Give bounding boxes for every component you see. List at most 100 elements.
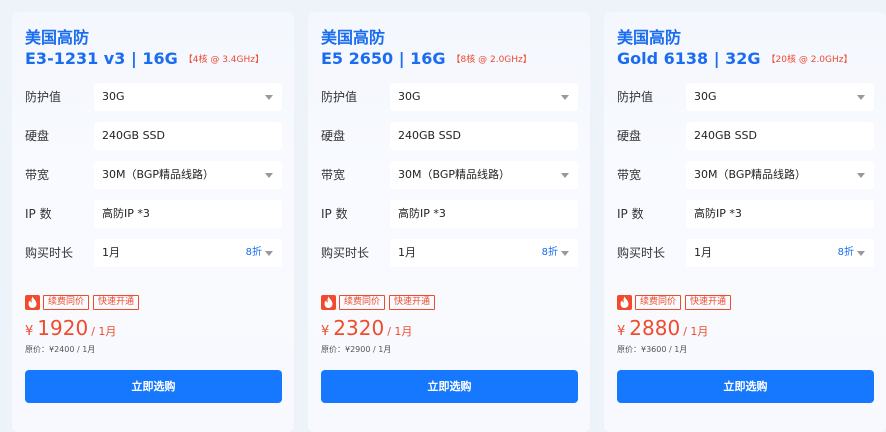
defense-row: 防护值 30G xyxy=(617,83,874,111)
chevron-down-icon xyxy=(857,95,865,100)
duration-value: 1月 xyxy=(398,246,416,259)
defense-select[interactable]: 30G xyxy=(686,83,874,111)
buy-button[interactable]: 立即选购 xyxy=(321,370,578,403)
cpu-spec-tag: 【20核 @ 2.0GHz】 xyxy=(766,55,853,65)
bandwidth-value: 30M（BGP精品线路） xyxy=(398,168,510,181)
disk-row: 硬盘 240GB SSD xyxy=(617,122,874,150)
price-period: / 1月 xyxy=(387,325,413,338)
price-value: 2320 xyxy=(333,316,385,340)
ip-row: IP 数 高防IP *3 xyxy=(321,200,578,228)
renew-badge: 续费同价 xyxy=(43,295,90,310)
cpu-model: Gold 6138 | 32G xyxy=(617,49,761,68)
price-value: 1920 xyxy=(37,316,89,340)
duration-label: 购买时长 xyxy=(617,246,666,260)
fire-icon xyxy=(25,295,40,310)
card-subtitle: E3-1231 v3 | 16G 【4核 @ 3.4GHz】 xyxy=(25,49,264,70)
buy-button[interactable]: 立即选购 xyxy=(617,370,874,403)
ip-value: 高防IP *3 xyxy=(398,207,446,220)
bandwidth-value: 30M（BGP精品线路） xyxy=(694,168,806,181)
renew-badge: 续费同价 xyxy=(635,295,682,310)
chevron-down-icon xyxy=(857,173,865,178)
buy-button[interactable]: 立即选购 xyxy=(25,370,282,403)
bandwidth-select[interactable]: 30M（BGP精品线路） xyxy=(390,161,578,189)
cpu-model: E5 2650 | 16G xyxy=(321,49,446,68)
disk-label: 硬盘 xyxy=(321,129,346,143)
ip-row: IP 数 高防IP *3 xyxy=(617,200,874,228)
chevron-down-icon xyxy=(857,251,865,256)
card-subtitle: E5 2650 | 16G 【8核 @ 2.0GHz】 xyxy=(321,49,532,70)
chevron-down-icon xyxy=(561,251,569,256)
disk-value: 240GB SSD xyxy=(102,129,165,142)
currency-symbol: ¥ xyxy=(617,324,626,339)
disk-field: 240GB SSD xyxy=(94,122,282,150)
price: ¥2320/ 1月 xyxy=(321,316,412,340)
renew-badge: 续费同价 xyxy=(339,295,386,310)
duration-select[interactable]: 1月 8折 xyxy=(686,239,874,267)
bandwidth-row: 带宽 30M（BGP精品线路） xyxy=(25,161,282,189)
disk-row: 硬盘 240GB SSD xyxy=(321,122,578,150)
duration-select[interactable]: 1月 8折 xyxy=(94,239,282,267)
defense-label: 防护值 xyxy=(617,90,654,104)
badge-group: 续费同价 快速开通 xyxy=(321,295,439,312)
original-price: 原价：¥2900 / 1月 xyxy=(321,345,392,354)
defense-label: 防护值 xyxy=(321,90,358,104)
currency-symbol: ¥ xyxy=(321,324,330,339)
bandwidth-select[interactable]: 30M（BGP精品线路） xyxy=(94,161,282,189)
original-price: 原价：¥3600 / 1月 xyxy=(617,345,688,354)
price: ¥2880/ 1月 xyxy=(617,316,708,340)
duration-row: 购买时长 1月 8折 xyxy=(321,239,578,267)
card-title: 美国高防 xyxy=(25,28,90,47)
badge-group: 续费同价 快速开通 xyxy=(617,295,735,312)
chevron-down-icon xyxy=(265,95,273,100)
duration-select[interactable]: 1月 8折 xyxy=(390,239,578,267)
defense-value: 30G xyxy=(694,90,717,103)
disk-label: 硬盘 xyxy=(25,129,50,143)
chevron-down-icon xyxy=(561,173,569,178)
disk-row: 硬盘 240GB SSD xyxy=(25,122,282,150)
duration-label: 购买时长 xyxy=(321,246,370,260)
price-period: / 1月 xyxy=(683,325,709,338)
defense-value: 30G xyxy=(398,90,421,103)
original-price: 原价：¥2400 / 1月 xyxy=(25,345,96,354)
bandwidth-row: 带宽 30M（BGP精品线路） xyxy=(617,161,874,189)
fast-open-badge: 快速开通 xyxy=(93,295,140,310)
defense-value: 30G xyxy=(102,90,125,103)
cpu-model: E3-1231 v3 | 16G xyxy=(25,49,178,68)
bandwidth-select[interactable]: 30M（BGP精品线路） xyxy=(686,161,874,189)
cpu-spec-tag: 【8核 @ 2.0GHz】 xyxy=(451,55,532,65)
product-card: 美国高防 Gold 6138 | 32G 【20核 @ 2.0GHz】 防护值 3… xyxy=(604,12,886,432)
ip-row: IP 数 高防IP *3 xyxy=(25,200,282,228)
defense-label: 防护值 xyxy=(25,90,62,104)
defense-row: 防护值 30G xyxy=(321,83,578,111)
duration-label: 购买时长 xyxy=(25,246,74,260)
card-title: 美国高防 xyxy=(617,28,682,47)
card-title: 美国高防 xyxy=(321,28,386,47)
currency-symbol: ¥ xyxy=(25,324,34,339)
fire-icon xyxy=(617,295,632,310)
badge-group: 续费同价 快速开通 xyxy=(25,295,143,312)
chevron-down-icon xyxy=(265,251,273,256)
chevron-down-icon xyxy=(561,95,569,100)
discount-label: 8折 xyxy=(837,247,854,258)
fire-icon xyxy=(321,295,336,310)
bandwidth-row: 带宽 30M（BGP精品线路） xyxy=(321,161,578,189)
defense-select[interactable]: 30G xyxy=(390,83,578,111)
ip-value: 高防IP *3 xyxy=(694,207,742,220)
duration-row: 购买时长 1月 8折 xyxy=(617,239,874,267)
chevron-down-icon xyxy=(265,173,273,178)
ip-label: IP 数 xyxy=(321,207,348,221)
ip-label: IP 数 xyxy=(617,207,644,221)
price-period: / 1月 xyxy=(91,325,117,338)
product-card: 美国高防 E3-1231 v3 | 16G 【4核 @ 3.4GHz】 防护值 3… xyxy=(12,12,294,432)
ip-field: 高防IP *3 xyxy=(686,200,874,228)
fast-open-badge: 快速开通 xyxy=(685,295,732,310)
card-subtitle: Gold 6138 | 32G 【20核 @ 2.0GHz】 xyxy=(617,49,853,70)
discount-label: 8折 xyxy=(245,247,262,258)
price-value: 2880 xyxy=(629,316,681,340)
cpu-spec-tag: 【4核 @ 3.4GHz】 xyxy=(183,55,264,65)
duration-value: 1月 xyxy=(694,246,712,259)
fast-open-badge: 快速开通 xyxy=(389,295,436,310)
ip-field: 高防IP *3 xyxy=(94,200,282,228)
defense-select[interactable]: 30G xyxy=(94,83,282,111)
bandwidth-label: 带宽 xyxy=(321,168,346,182)
